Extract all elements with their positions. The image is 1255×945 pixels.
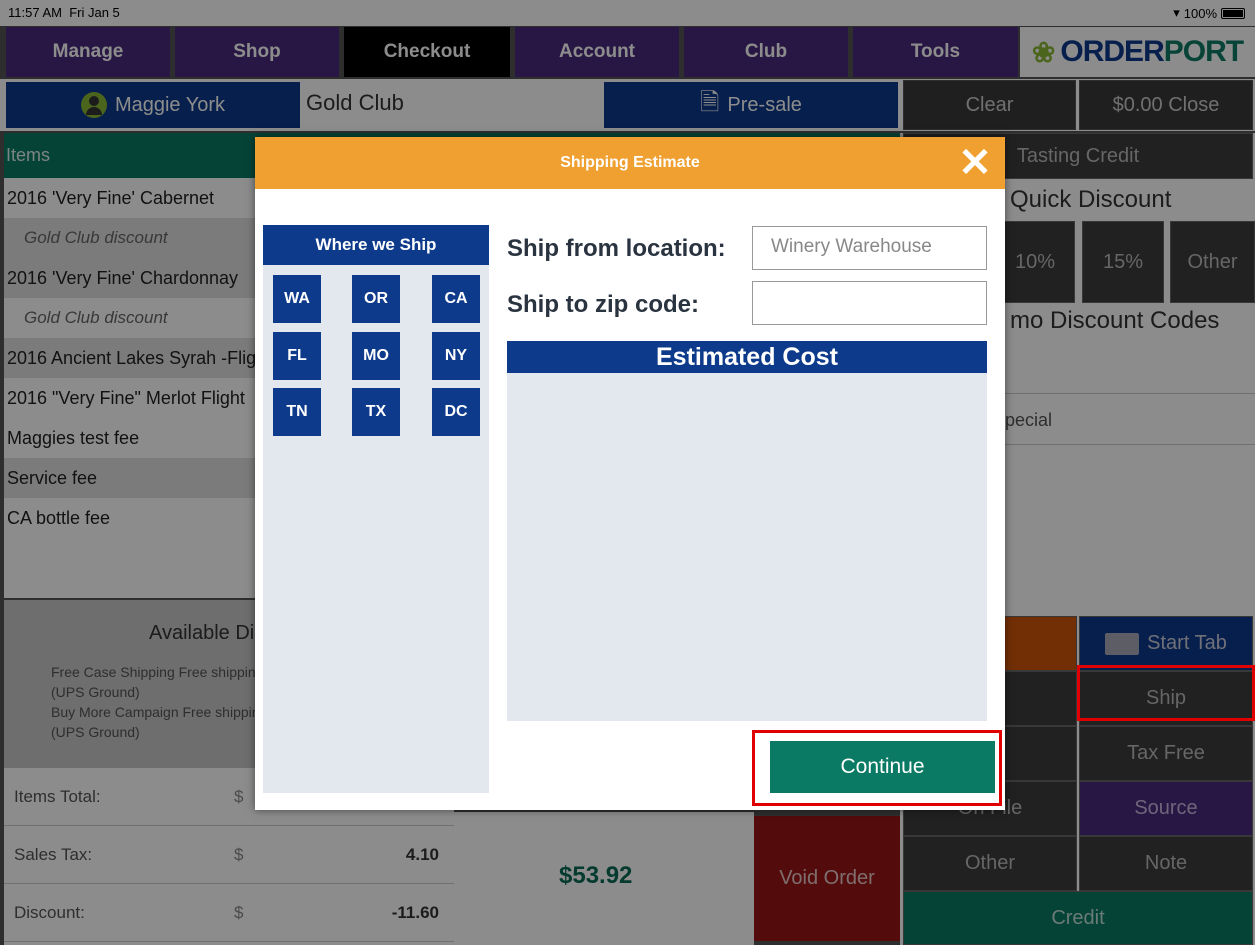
state-fl[interactable]: FL [273,332,321,380]
close-icon[interactable]: ✕ [955,143,995,183]
ship-from-select[interactable]: Winery Warehouse [752,226,987,270]
state-ca[interactable]: CA [432,275,480,323]
zip-code-input[interactable] [752,281,987,325]
ship-from-label: Ship from location: [507,235,726,262]
estimated-cost-results [507,373,987,721]
continue-button[interactable]: Continue [770,741,995,793]
state-dc[interactable]: DC [432,388,480,436]
where-we-ship-title: Where we Ship [263,225,489,265]
state-tx[interactable]: TX [352,388,400,436]
estimated-cost-header: Estimated Cost [507,341,987,373]
state-mo[interactable]: MO [352,332,400,380]
state-or[interactable]: OR [352,275,400,323]
dialog-title: Shipping Estimate [255,137,1005,189]
where-we-ship-panel: Where we Ship WA OR CA FL MO NY TN TX DC [263,225,489,793]
ship-highlight [1077,665,1255,721]
state-ny[interactable]: NY [432,332,480,380]
shipping-estimate-dialog: Shipping Estimate ✕ Where we Ship WA OR … [255,137,1005,810]
state-wa[interactable]: WA [273,275,321,323]
state-tn[interactable]: TN [273,388,321,436]
ship-to-label: Ship to zip code: [507,291,699,318]
